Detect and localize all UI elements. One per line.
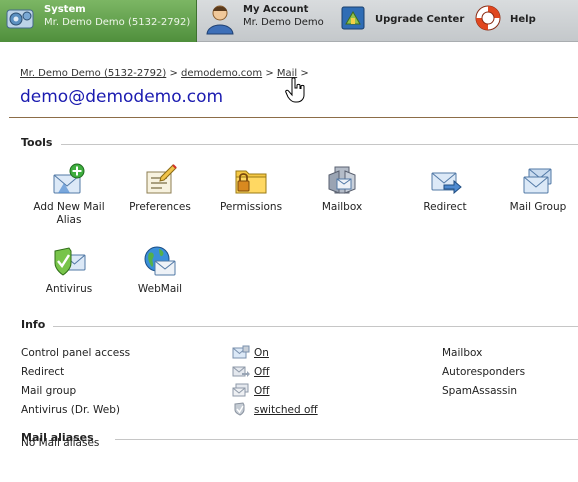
- mail-group-status-icon: [232, 383, 249, 397]
- tab-system-subtitle: Mr. Demo Demo (5132-2792): [44, 17, 191, 28]
- tools-heading-label: Tools: [21, 136, 53, 149]
- info-label-antivirus: Antivirus (Dr. Web): [21, 404, 120, 416]
- tab-system[interactable]: System Mr. Demo Demo (5132-2792): [0, 0, 197, 42]
- breadcrumb-link-account[interactable]: Mr. Demo Demo (5132-2792): [20, 68, 166, 79]
- tool-label: Mailbox: [321, 201, 363, 213]
- info-value-antivirus: switched off: [232, 402, 332, 418]
- tools-section-heading: Tools: [21, 136, 578, 152]
- page-title: demo@demodemo.com: [20, 87, 224, 107]
- tool-antivirus[interactable]: Antivirus: [21, 245, 117, 296]
- info-label-mail-group: Mail group: [21, 385, 77, 397]
- tab-help[interactable]: Help: [474, 0, 554, 42]
- breadcrumb-separator: >: [265, 68, 277, 79]
- section-divider: [115, 439, 578, 440]
- tool-label: Add New Mail Alias: [33, 201, 105, 226]
- antivirus-toggle[interactable]: switched off: [254, 404, 318, 416]
- redirect-icon: [431, 172, 462, 195]
- tool-mailbox[interactable]: Mailbox: [294, 163, 390, 214]
- tool-webmail[interactable]: WebMail: [112, 245, 208, 296]
- system-icon: [6, 9, 34, 29]
- tab-my-account-title: My Account: [243, 4, 309, 15]
- add-mail-alias-icon: [53, 163, 85, 194]
- info-label-redirect: Redirect: [21, 366, 65, 378]
- info-label-control-panel-access: Control panel access: [21, 347, 131, 359]
- info-item-spamassassin: SpamAssassin: [442, 385, 518, 397]
- mail-group-toggle[interactable]: Off: [254, 385, 270, 397]
- info-heading-label: Info: [21, 318, 46, 331]
- tab-my-account[interactable]: My Account Mr. Demo Demo: [203, 0, 338, 42]
- tool-add-new-mail-alias[interactable]: Add New Mail Alias: [21, 163, 117, 227]
- tab-system-title: System: [44, 4, 86, 15]
- top-navigation-bar: System Mr. Demo Demo (5132-2792) My Acco…: [0, 0, 578, 42]
- user-account-icon: [206, 5, 234, 35]
- redirect-status-icon: [232, 366, 250, 377]
- tab-upgrade-center-title: Upgrade Center: [375, 14, 465, 25]
- info-value-mail-group: Off: [232, 383, 292, 399]
- tool-label: Permissions: [219, 201, 283, 213]
- mailbox-icon: [328, 166, 356, 194]
- section-divider: [53, 326, 578, 327]
- hand-pointer-cursor-icon: [285, 77, 305, 103]
- tab-upgrade-center[interactable]: Upgrade Center: [341, 0, 471, 42]
- tab-help-title: Help: [510, 14, 536, 25]
- info-item-autoresponders: Autoresponders: [442, 366, 526, 378]
- breadcrumb-separator: >: [169, 68, 182, 79]
- main-panel: Tools Add New Mail Alias Preferences Per…: [9, 119, 578, 482]
- mail-aliases-section-heading: Mail aliases: [21, 431, 578, 447]
- antivirus-icon: [54, 247, 86, 276]
- mail-aliases-empty-note: No Mail aliases: [21, 437, 100, 449]
- tab-my-account-subtitle: Mr. Demo Demo: [243, 17, 324, 28]
- tool-label: WebMail: [137, 283, 183, 295]
- tool-permissions[interactable]: Permissions: [203, 163, 299, 214]
- tool-label: Antivirus: [45, 283, 93, 295]
- section-divider: [61, 144, 578, 145]
- preferences-icon: [146, 164, 177, 194]
- tool-redirect[interactable]: Redirect: [397, 163, 493, 214]
- tool-preferences[interactable]: Preferences: [112, 163, 208, 214]
- tool-label: Mail Group: [509, 201, 567, 213]
- permissions-icon: [235, 170, 267, 194]
- redirect-toggle[interactable]: Off: [254, 366, 270, 378]
- tool-mail-group[interactable]: Mail Group: [490, 163, 578, 214]
- control-panel-access-icon: [232, 345, 250, 359]
- control-panel-access-toggle[interactable]: On: [254, 347, 269, 359]
- tool-label: Preferences: [129, 201, 191, 213]
- breadcrumb-link-domain[interactable]: demodemo.com: [181, 68, 262, 79]
- upgrade-center-icon: [341, 6, 365, 30]
- antivirus-status-icon: [234, 402, 245, 416]
- breadcrumb: Mr. Demo Demo (5132-2792) > demodemo.com…: [20, 68, 309, 79]
- webmail-icon: [144, 246, 176, 276]
- info-value-control-panel-access: On: [232, 345, 292, 361]
- info-section-heading: Info: [21, 318, 578, 334]
- info-value-redirect: Off: [232, 366, 292, 380]
- tool-label: Redirect: [423, 201, 467, 213]
- info-item-mailbox: Mailbox: [442, 347, 483, 359]
- mail-group-icon: [523, 168, 552, 194]
- help-lifebuoy-icon: [475, 5, 501, 31]
